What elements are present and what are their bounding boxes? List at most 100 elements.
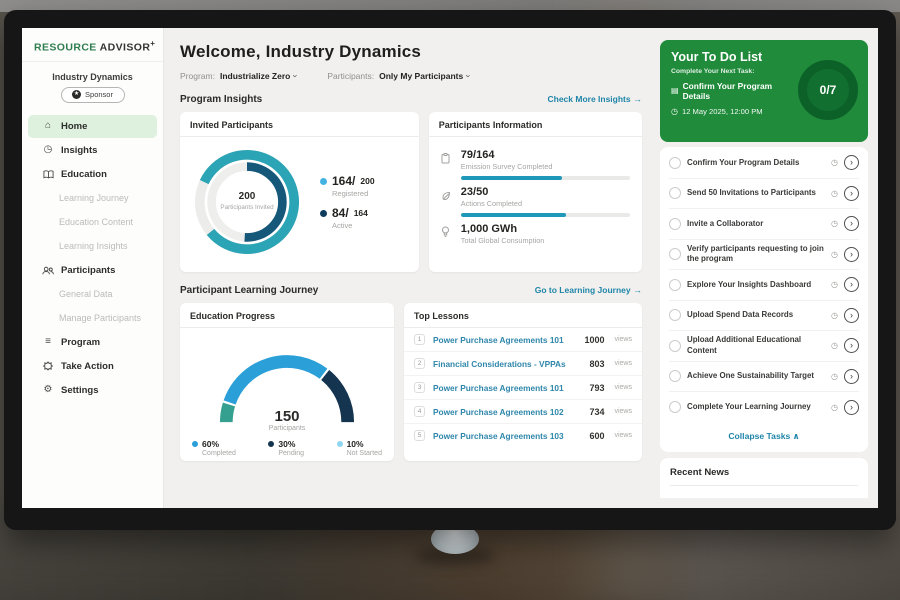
lesson-views: 1000 (584, 335, 604, 345)
lesson-row[interactable]: 1Power Purchase Agreements 1011000views (404, 328, 642, 352)
active-dot-icon (320, 210, 327, 217)
task-checkbox[interactable] (669, 218, 681, 230)
chevron-right-icon[interactable]: › (844, 369, 859, 384)
task-row[interactable]: Complete Your Learning Journey◷› (669, 392, 859, 423)
clock-icon: ◷ (671, 108, 678, 116)
info-row-actions: 23/50 Actions Completed (441, 186, 630, 217)
chevron-right-icon[interactable]: › (844, 308, 859, 323)
sidebar-item-manage-participants[interactable]: Manage Participants (28, 307, 157, 330)
insights-icon: ◷ (42, 145, 54, 155)
gauge-center-value: 150 (194, 408, 380, 425)
filters-bar: Program:Industrialize Zero› Participants… (180, 71, 642, 81)
survey-progress-bar (461, 176, 630, 180)
chevron-right-icon[interactable]: › (844, 277, 859, 292)
chevron-right-icon[interactable]: › (844, 247, 859, 262)
brand-logo[interactable]: RESOURCE ADVISOR+ (22, 28, 163, 62)
sidebar-item-general-data[interactable]: General Data (28, 283, 157, 306)
legend-item-pending: 30%Pending (268, 439, 304, 457)
lesson-title-link[interactable]: Power Purchase Agreements 101 (433, 335, 576, 345)
sidebar-item-label: Education (61, 169, 107, 180)
task-row[interactable]: Confirm Your Program Details◷› (669, 148, 859, 179)
task-checkbox[interactable] (669, 248, 681, 260)
lesson-rank: 4 (414, 406, 425, 417)
card-title: Top Lessons (404, 303, 642, 328)
chevron-right-icon[interactable]: › (844, 216, 859, 231)
program-filter[interactable]: Program:Industrialize Zero› (180, 71, 297, 81)
check-more-insights-link[interactable]: Check More Insights → (547, 94, 642, 104)
task-checkbox[interactable] (669, 370, 681, 382)
lesson-row[interactable]: 2Financial Considerations - VPPAs803view… (404, 352, 642, 376)
collapse-tasks-link[interactable]: Collapse Tasks ∧ (669, 423, 859, 451)
task-row[interactable]: Achieve One Sustainability Target◷› (669, 362, 859, 393)
task-row[interactable]: Invite a Collaborator◷› (669, 209, 859, 240)
arrow-right-icon: → (633, 94, 642, 104)
donut-legend: 164/200 Registered 84/164 Active (320, 166, 375, 238)
sidebar-item-home[interactable]: ⌂Home (28, 115, 157, 138)
task-row[interactable]: Upload Spend Data Records◷› (669, 301, 859, 332)
sidebar-item-learning-insights[interactable]: Learning Insights (28, 235, 157, 258)
chevron-right-icon[interactable]: › (844, 155, 859, 170)
legend-item-registered: 164/200 Registered (320, 174, 375, 198)
sidebar-item-participants[interactable]: Participants (28, 259, 157, 282)
clock-icon: ◷ (831, 250, 838, 259)
chevron-down-icon: › (291, 75, 301, 78)
sidebar-item-program[interactable]: ≡Program (28, 331, 157, 354)
clock-icon: ◷ (831, 280, 838, 289)
todo-hero-panel: Your To Do List Complete Your Next Task:… (660, 40, 868, 142)
clock-icon: ◷ (831, 341, 838, 350)
task-checkbox[interactable] (669, 401, 681, 413)
leaf-icon (441, 186, 453, 217)
chevron-up-icon: ∧ (793, 431, 800, 441)
participants-filter[interactable]: Participants:Only My Participants› (327, 71, 470, 81)
lesson-views: 600 (589, 431, 604, 441)
task-checkbox[interactable] (669, 279, 681, 291)
sidebar-item-label: Learning Journey (59, 193, 129, 203)
lesson-title-link[interactable]: Financial Considerations - VPPAs (433, 359, 581, 369)
legend-item-not-started: 10%Not Started (337, 439, 382, 457)
sponsor-badge[interactable]: ★Sponsor (61, 87, 125, 103)
task-checkbox[interactable] (669, 340, 681, 352)
section-title-learning-journey: Participant Learning Journey (180, 285, 318, 296)
sidebar-item-settings[interactable]: ⚙Settings (28, 379, 157, 402)
sponsor-icon: ★ (72, 90, 81, 99)
chevron-right-icon[interactable]: › (844, 186, 859, 201)
participants-filter-value: Only My Participants (379, 71, 463, 81)
todo-next-task: ▤Confirm Your Program Details (671, 81, 801, 101)
sidebar-item-education[interactable]: Education (28, 163, 157, 186)
task-row[interactable]: Send 50 Invitations to Participants◷› (669, 179, 859, 210)
lesson-row[interactable]: 4Power Purchase Agreements 102734views (404, 400, 642, 424)
sidebar-item-label: Education Content (59, 217, 133, 227)
task-row[interactable]: Verify participants requesting to join t… (669, 240, 859, 271)
card-title: Invited Participants (180, 112, 419, 137)
task-row[interactable]: Upload Additional Educational Content◷› (669, 331, 859, 362)
lesson-views: 734 (589, 407, 604, 417)
lesson-row[interactable]: 3Power Purchase Agreements 101793views (404, 376, 642, 400)
registered-dot-icon (320, 178, 327, 185)
task-checkbox[interactable] (669, 187, 681, 199)
clock-icon: ◷ (831, 403, 838, 412)
chevron-right-icon[interactable]: › (844, 400, 859, 415)
recent-news-title: Recent News (670, 467, 858, 486)
sidebar-item-learning-journey[interactable]: Learning Journey (28, 187, 157, 210)
chevron-right-icon[interactable]: › (844, 338, 859, 353)
task-checkbox[interactable] (669, 309, 681, 321)
task-checkbox[interactable] (669, 157, 681, 169)
list-icon: ≡ (42, 337, 54, 347)
program-filter-value: Industrialize Zero (220, 71, 290, 81)
sidebar-item-take-action[interactable]: Take Action (28, 355, 157, 378)
lesson-title-link[interactable]: Power Purchase Agreements 102 (433, 407, 581, 417)
clock-icon: ◷ (831, 189, 838, 198)
go-to-learning-journey-link[interactable]: Go to Learning Journey → (535, 285, 642, 295)
task-row[interactable]: Explore Your Insights Dashboard◷› (669, 270, 859, 301)
lesson-title-link[interactable]: Power Purchase Agreements 101 (433, 383, 581, 393)
participants-filter-label: Participants: (327, 71, 374, 81)
lesson-title-link[interactable]: Power Purchase Agreements 103 (433, 431, 581, 441)
sidebar-item-insights[interactable]: ◷Insights (28, 139, 157, 162)
clipboard-icon (441, 149, 453, 180)
card-title: Education Progress (180, 303, 394, 328)
gauge-legend: 60%Completed 30%Pending 10%Not Started (180, 432, 394, 457)
sidebar-item-education-content[interactable]: Education Content (28, 211, 157, 234)
lesson-row[interactable]: 5Power Purchase Agreements 103600views (404, 424, 642, 447)
invited-donut-chart: 200 Participants Invited (188, 143, 306, 261)
sidebar-item-label: Settings (61, 385, 98, 396)
